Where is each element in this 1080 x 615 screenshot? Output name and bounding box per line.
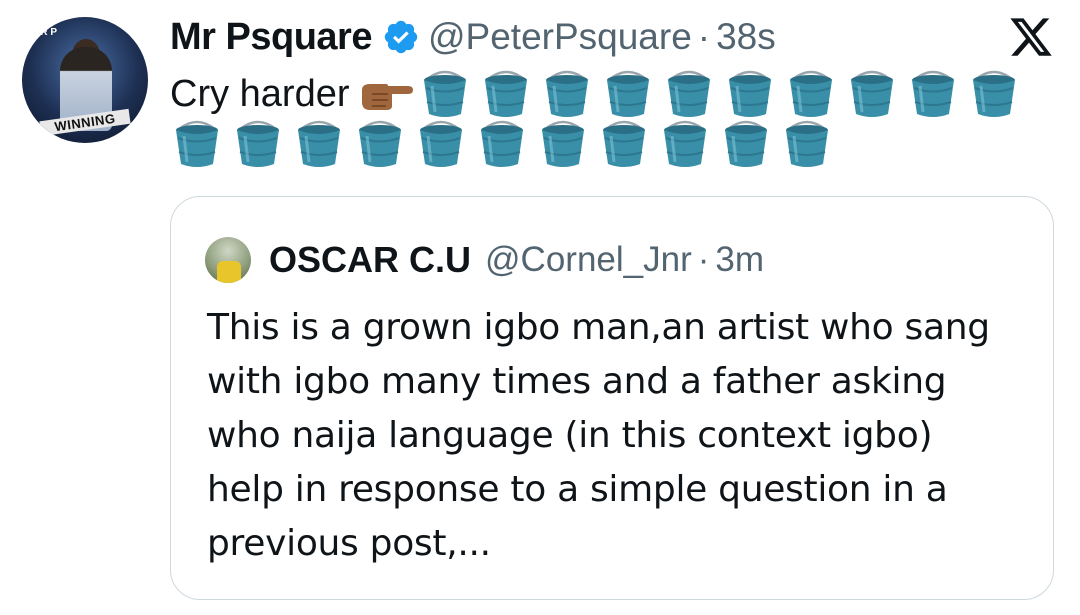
bucket-emoji-icon	[603, 120, 645, 167]
quoted-post[interactable]: OSCAR C.U @Cornel_Jnr · 3m This is a gro…	[170, 196, 1054, 600]
bucket-emoji-icon	[664, 120, 706, 167]
bucket-emoji-icon	[359, 120, 401, 167]
bucket-emoji-icon	[725, 120, 767, 167]
quoted-author-name[interactable]: OSCAR C.U	[269, 239, 471, 281]
verified-badge-icon	[384, 20, 418, 54]
bucket-emoji-icon	[667, 70, 710, 117]
post-time[interactable]: 38s	[716, 16, 776, 58]
bucket-emoji-icon	[850, 70, 893, 117]
post-text: Cry harder	[170, 73, 350, 115]
bucket-emoji-icon	[484, 70, 527, 117]
quoted-post-time[interactable]: 3m	[715, 240, 764, 280]
avatar-corner-text: MR P	[32, 27, 57, 38]
quoted-post-text: This is a grown igbo man,an artist who s…	[207, 307, 990, 564]
quoted-author-handle[interactable]: @Cornel_Jnr	[485, 240, 692, 280]
bucket-emoji-icon	[545, 70, 588, 117]
bucket-emoji-icon	[972, 70, 1015, 117]
separator-dot: ·	[697, 16, 711, 57]
pointing-right-emoji-icon	[361, 84, 413, 110]
bucket-emoji-icon	[237, 120, 279, 167]
avatar-shirt	[217, 261, 241, 283]
author-name[interactable]: Mr Psquare	[170, 16, 372, 59]
bucket-emoji-icon	[481, 120, 523, 167]
x-logo-icon[interactable]	[1008, 14, 1054, 60]
author-handle[interactable]: @PeterPsquare	[428, 16, 692, 58]
quoted-post-header: OSCAR C.U @Cornel_Jnr · 3m	[269, 235, 764, 285]
bucket-emoji-icon	[728, 70, 771, 117]
quoted-author-avatar[interactable]	[205, 237, 251, 283]
bucket-emoji-icon	[789, 70, 832, 117]
bucket-emoji-icon	[911, 70, 954, 117]
bucket-emoji-icon	[786, 120, 828, 167]
bucket-row	[172, 120, 843, 168]
bucket-emoji-icon	[420, 120, 462, 167]
bucket-emoji-icon	[423, 70, 466, 117]
post-header: Mr Psquare @PeterPsquare · 38s	[170, 12, 776, 62]
bucket-emoji-icon	[606, 70, 649, 117]
bucket-emoji-icon	[542, 120, 584, 167]
bucket-emoji-icon	[176, 120, 218, 167]
author-avatar[interactable]: MR P WINNING	[22, 17, 148, 143]
bucket-emoji-icon	[298, 120, 340, 167]
separator-dot: ·	[697, 240, 710, 279]
post-body: Cry harder	[170, 70, 1030, 118]
